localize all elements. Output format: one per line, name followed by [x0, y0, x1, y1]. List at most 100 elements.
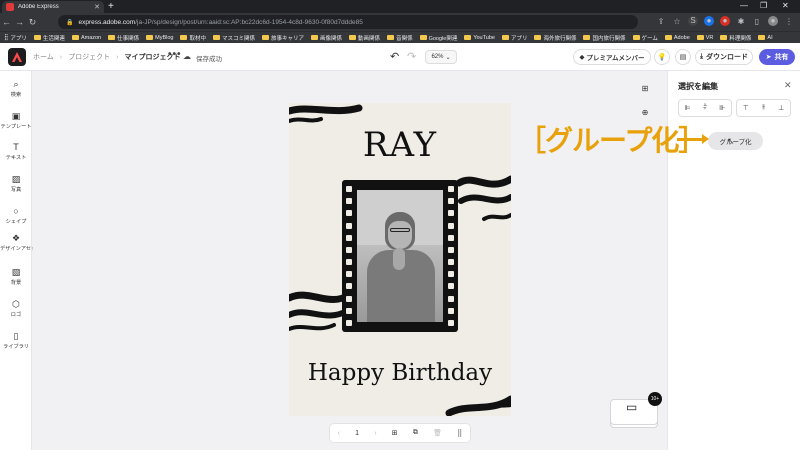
sidebar-item-label: 背景 [10, 280, 22, 286]
close-icon[interactable]: ✕ [784, 80, 792, 91]
sidebar-item-background[interactable]: ▧ 背景 [0, 267, 32, 286]
comment-icon: ▤ [679, 54, 687, 61]
bookmark-label: 国内旅行関係 [592, 35, 626, 42]
bookmark-item[interactable]: 国内旅行関係 [583, 34, 626, 42]
browser-toolbar: ← → ↻ 🔒 express.adobe.com/ja-JP/sp/desig… [0, 13, 800, 31]
folder-icon [696, 35, 704, 40]
grid-view-icon[interactable]: ⣿ [457, 429, 462, 437]
align-top-icon[interactable]: ⊤ [740, 104, 752, 112]
page-navigator: ‹ 1 › ⊞ ⧉ 🗑 ⣿ [329, 423, 471, 443]
sidebar-item-shapes[interactable]: ○ シェイプ [0, 206, 32, 225]
bookmark-item[interactable]: 画像関係 [311, 34, 342, 42]
bookmark-label: 画像関係 [320, 35, 343, 42]
address-bar[interactable]: 🔒 express.adobe.com/ja-JP/sp/design/post… [58, 15, 638, 29]
resize-icon[interactable]: ⊞ [639, 83, 651, 95]
add-page-icon[interactable]: ⊞ [392, 429, 398, 437]
reload-icon[interactable]: ↻ [26, 17, 39, 28]
bookmark-item[interactable]: 音関係 [387, 34, 413, 42]
browser-menu-icon[interactable]: ⋮ [784, 17, 794, 26]
new-tab-icon[interactable]: + [108, 1, 114, 12]
extension-red-icon[interactable]: ● [720, 16, 730, 26]
bookmark-item[interactable]: ゲーム [632, 34, 658, 42]
zoom-select[interactable]: 62% ⌄ [425, 50, 457, 64]
undo-icon[interactable]: ↶ [390, 50, 399, 63]
portrait-photo[interactable] [357, 190, 443, 322]
horizontal-align-group: ⊫ ⫩ ⊪ [678, 99, 732, 117]
align-middle-icon[interactable]: ⫲ [757, 104, 769, 112]
diamond-icon: ◆ [579, 54, 585, 61]
bookmark-item[interactable]: AI [758, 34, 773, 41]
share-page-icon[interactable]: ⇪ [656, 17, 666, 26]
zoom-value: 62% [431, 54, 444, 60]
maximize-icon[interactable]: ❐ [760, 1, 767, 10]
align-center-icon[interactable]: ⫩ [699, 104, 711, 112]
browser-tab[interactable]: Adobe Express ✕ [2, 1, 104, 13]
bookmark-item[interactable]: Adobe [664, 35, 690, 41]
library-icon: ▯ [13, 331, 19, 341]
extensions-puzzle-icon[interactable]: ✱ [736, 17, 746, 26]
bookmark-item[interactable]: 生活関連 [33, 34, 65, 42]
window-close-icon[interactable]: ✕ [782, 1, 789, 10]
pages-thumbnail[interactable]: ▭ 10+ [610, 392, 662, 428]
forward-icon[interactable]: → [13, 17, 26, 27]
bookmark-item[interactable]: 動画関係 [349, 34, 380, 42]
card-message[interactable]: Happy Birthday [289, 360, 511, 386]
sidebar-item-templates[interactable]: ▣ テンプレート [0, 111, 32, 130]
breadcrumb-home[interactable]: ホーム [33, 52, 54, 62]
sidebar-item-library[interactable]: ▯ ライブラリ [0, 331, 32, 350]
extension-s-icon[interactable]: S [688, 16, 698, 26]
tab-close-icon[interactable]: ✕ [94, 3, 100, 11]
minimize-icon[interactable]: — [740, 1, 748, 10]
tips-button[interactable]: 💡 [654, 49, 670, 65]
next-page-icon[interactable]: › [374, 430, 376, 437]
bookmark-item[interactable]: YouTube [464, 35, 495, 41]
more-options-icon[interactable]: ••• [168, 49, 182, 60]
card-title[interactable]: RAY [289, 125, 511, 165]
bookmark-item[interactable]: 仕事関係 [108, 34, 139, 42]
download-button[interactable]: ⤓ ダウンロード [695, 49, 753, 65]
group-button-label: グループ化 [719, 139, 752, 146]
premium-member-button[interactable]: ◆ プレミアムメンバー [573, 49, 651, 65]
comments-button[interactable]: ▤ [675, 49, 691, 65]
duplicate-page-icon[interactable]: ⧉ [413, 429, 418, 437]
bookmark-item[interactable]: ⣿ アプリ [4, 34, 27, 42]
film-frame[interactable] [342, 180, 458, 332]
bookmark-label: AI [767, 34, 773, 41]
bookmark-label: YouTube [473, 34, 495, 41]
design-card[interactable]: RAY Happy Birthday [289, 103, 511, 416]
sidebar-item-logo[interactable]: ⬡ ロゴ [0, 299, 32, 318]
bookmark-item[interactable]: アプリ [501, 34, 527, 42]
align-right-icon[interactable]: ⊪ [716, 104, 728, 112]
film-holes-left [346, 186, 353, 326]
sidebar-item-photos[interactable]: ▨ 写真 [0, 174, 32, 193]
sidebar-item-design-assets[interactable]: ❖ デザインアセット [0, 233, 41, 252]
redo-icon[interactable]: ↷ [407, 50, 416, 63]
prev-page-icon[interactable]: ‹ [338, 430, 340, 437]
share-button[interactable]: ➤ 共有 [759, 49, 795, 65]
align-bottom-icon[interactable]: ⊥ [775, 104, 787, 112]
bookmark-star-icon[interactable]: ☆ [672, 17, 682, 26]
bookmark-label: ゲーム [641, 35, 658, 42]
sidebar-item-text[interactable]: T テキスト [0, 142, 32, 161]
extension-blue-icon[interactable]: ● [704, 16, 714, 26]
align-left-icon[interactable]: ⊫ [682, 104, 694, 112]
bookmark-item[interactable]: Amazon [71, 35, 101, 41]
adobe-express-logo[interactable] [8, 48, 26, 66]
bookmark-label: 生活関連 [42, 35, 65, 42]
back-icon[interactable]: ← [0, 17, 13, 27]
sidebar-toggle-icon[interactable]: ▯ [752, 17, 762, 26]
bookmark-item[interactable]: 取材中 [180, 34, 206, 42]
layers-icon[interactable]: ⊕ [639, 107, 651, 119]
delete-page-icon[interactable]: 🗑 [433, 429, 442, 437]
sidebar-item-search[interactable]: ⌕ 検索 [0, 79, 32, 98]
bookmark-item[interactable]: VR [696, 35, 713, 41]
bookmark-item[interactable]: MyBlog [146, 35, 173, 41]
breadcrumb-projects[interactable]: プロジェクト [68, 52, 110, 62]
profile-avatar[interactable]: ● [768, 16, 778, 26]
bookmark-item[interactable]: 旅事キャリア [262, 34, 304, 42]
group-button[interactable]: グループ化 [708, 132, 763, 150]
bookmark-item[interactable]: 料理関係 [720, 34, 751, 42]
bookmark-item[interactable]: 海外旅行関係 [534, 34, 576, 42]
bookmark-item[interactable]: Google関連 [419, 34, 457, 42]
bookmark-item[interactable]: マスコミ関係 [213, 34, 255, 42]
